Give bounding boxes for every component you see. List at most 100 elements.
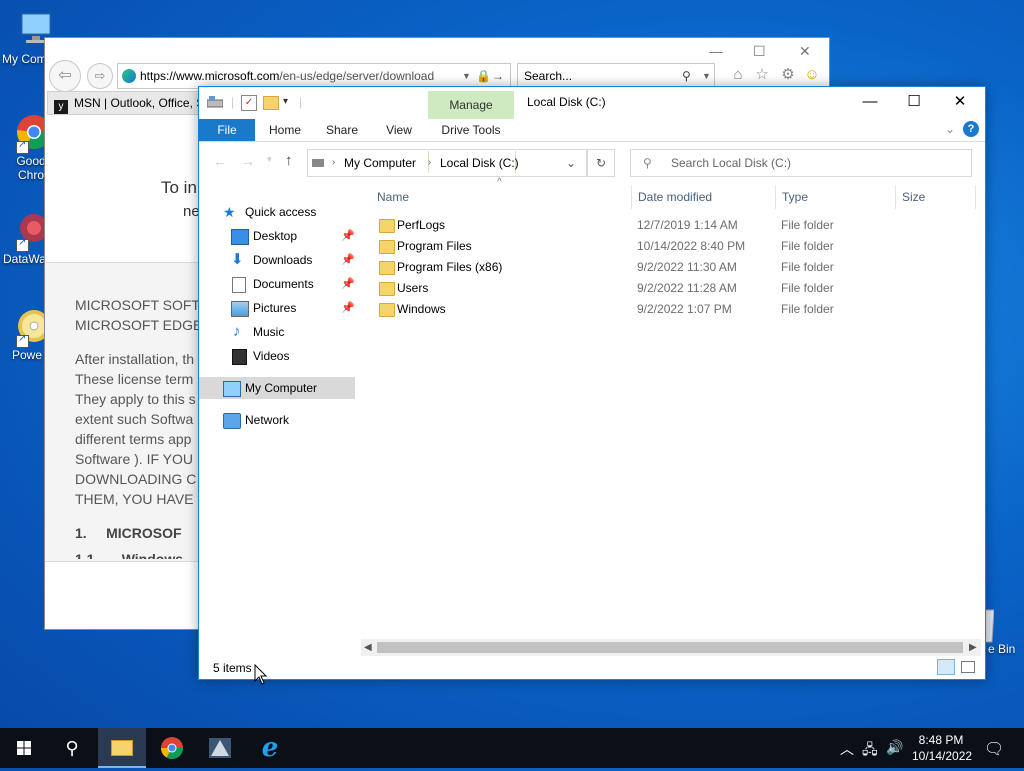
ie-tab-msn[interactable]: y MSN | Outlook, Office, S: [47, 91, 205, 115]
download-arrow-icon: ⬇: [231, 251, 244, 268]
column-header-date[interactable]: Date modified: [638, 187, 712, 207]
breadcrumb-my-computer[interactable]: My Computer: [344, 150, 416, 176]
chevron-right-icon[interactable]: ›: [428, 150, 431, 176]
minimize-icon[interactable]: —: [709, 43, 723, 59]
nav-videos[interactable]: Videos: [199, 345, 355, 367]
home-icon[interactable]: ⌂: [729, 66, 747, 84]
pin-icon[interactable]: 📌: [341, 249, 355, 271]
back-button[interactable]: ⇦: [49, 60, 81, 92]
close-button[interactable]: ✕: [937, 87, 983, 117]
new-folder-icon[interactable]: [263, 96, 279, 110]
tab-home[interactable]: Home: [261, 119, 309, 141]
nav-desktop[interactable]: Desktop 📌: [199, 225, 355, 247]
properties-icon[interactable]: ✓: [241, 95, 257, 111]
explorer-window[interactable]: | ✓ ▾ | Local Disk (C:) — ☐ ✕ Manage Fil…: [198, 86, 986, 680]
file-type: File folder: [781, 302, 834, 316]
file-row[interactable]: Program Files 10/14/2022 8:40 PM File fo…: [375, 236, 973, 257]
license-line: Software ). IF YOU: [75, 451, 193, 467]
column-separator[interactable]: [631, 185, 632, 209]
file-date: 9/2/2022 1:07 PM: [637, 302, 732, 316]
taskbar-internet-explorer[interactable]: e: [246, 728, 294, 768]
maximize-button[interactable]: ☐: [891, 87, 937, 117]
forward-arrow-icon[interactable]: →: [241, 153, 255, 169]
explorer-search-placeholder: Search Local Disk (C:): [671, 156, 792, 170]
column-separator[interactable]: [975, 185, 976, 209]
folder-icon: [379, 219, 395, 233]
lock-icon: 🔒: [476, 69, 491, 83]
column-separator[interactable]: [895, 185, 896, 209]
tab-file[interactable]: File: [199, 119, 255, 141]
file-row[interactable]: Program Files (x86) 9/2/2022 11:30 AM Fi…: [375, 257, 973, 278]
chevron-right-icon[interactable]: ›: [332, 150, 335, 176]
search-dropdown-icon[interactable]: ▼: [702, 64, 711, 88]
maximize-icon[interactable]: ☐: [753, 43, 766, 60]
scroll-left-icon[interactable]: ◀: [364, 639, 372, 656]
column-header-type[interactable]: Type: [782, 187, 808, 207]
license-line: DOWNLOADING C: [75, 471, 197, 487]
go-arrow-icon[interactable]: →: [492, 64, 504, 88]
nav-quick-access[interactable]: ★ Quick access: [199, 201, 355, 223]
file-row[interactable]: Users 9/2/2022 11:28 AM File folder: [375, 278, 973, 299]
nav-label: Downloads: [253, 253, 313, 267]
gear-icon[interactable]: ⚙: [779, 66, 797, 84]
minimize-button[interactable]: —: [847, 87, 893, 117]
scrollbar-thumb[interactable]: [377, 642, 963, 653]
system-clock[interactable]: 8:48 PM 10/14/2022: [912, 732, 972, 764]
search-button[interactable]: ⚲: [48, 728, 96, 768]
pin-icon[interactable]: 📌: [341, 273, 355, 295]
recent-locations-icon[interactable]: ▾: [267, 154, 272, 165]
column-header-name[interactable]: Name: [377, 187, 409, 207]
tab-drive-tools[interactable]: Drive Tools: [429, 119, 513, 141]
nav-documents[interactable]: Documents 📌: [199, 273, 355, 295]
horizontal-scrollbar[interactable]: ◀ ▶: [361, 639, 981, 656]
ie-search-input[interactable]: Search... ⚲ ▼: [517, 63, 715, 87]
file-row[interactable]: Windows 9/2/2022 1:07 PM File folder: [375, 299, 973, 320]
volume-icon[interactable]: 🔊: [886, 739, 903, 756]
expand-ribbon-icon[interactable]: ⌄: [945, 122, 955, 136]
pin-icon[interactable]: 📌: [341, 297, 355, 319]
scroll-right-icon[interactable]: ▶: [969, 639, 977, 656]
nav-music[interactable]: ♪ Music: [199, 321, 355, 343]
forward-button[interactable]: ⇨: [87, 63, 113, 89]
breadcrumb-local-disk[interactable]: Local Disk (C:): [440, 150, 519, 176]
nav-my-computer[interactable]: My Computer: [199, 377, 355, 399]
refresh-button[interactable]: ↻: [587, 149, 615, 177]
nav-pictures[interactable]: Pictures 📌: [199, 297, 355, 319]
pin-icon[interactable]: 📌: [341, 225, 355, 247]
notifications-icon[interactable]: 🗨: [984, 739, 1004, 759]
large-icons-view-icon[interactable]: [961, 661, 975, 673]
network-tray-icon[interactable]: 🖧: [862, 739, 878, 763]
desktop-icon: [231, 229, 249, 245]
smiley-icon[interactable]: ☺: [803, 66, 821, 84]
tab-view[interactable]: View: [375, 119, 423, 141]
file-row[interactable]: PerfLogs 12/7/2019 1:14 AM File folder: [375, 215, 973, 236]
file-name: Program Files (x86): [397, 260, 503, 274]
column-header-size[interactable]: Size: [902, 187, 925, 207]
music-note-icon: ♪: [233, 323, 241, 340]
explorer-search-input[interactable]: ⚲ Search Local Disk (C:): [630, 149, 972, 177]
taskbar-app[interactable]: [196, 728, 244, 768]
nav-network[interactable]: Network: [199, 409, 355, 431]
start-button[interactable]: [0, 728, 48, 768]
customize-dropdown-icon[interactable]: ▾: [283, 96, 288, 107]
manage-context-tab[interactable]: Manage: [428, 91, 514, 119]
taskbar-file-explorer[interactable]: [98, 728, 146, 768]
star-icon[interactable]: ☆: [753, 66, 771, 84]
status-bar: 5 items: [199, 657, 985, 679]
column-separator[interactable]: [775, 185, 776, 209]
close-icon[interactable]: ✕: [799, 43, 811, 60]
chevron-down-icon[interactable]: ⌄: [566, 150, 576, 176]
search-icon[interactable]: ⚲: [682, 64, 691, 88]
tab-share[interactable]: Share: [317, 119, 367, 141]
url-path: /en-us/edge/server/download: [279, 69, 435, 83]
dropdown-icon[interactable]: ▼: [462, 64, 471, 88]
back-arrow-icon[interactable]: ←: [213, 153, 227, 169]
details-view-icon[interactable]: [937, 659, 955, 675]
help-icon[interactable]: ?: [963, 121, 979, 137]
up-arrow-icon[interactable]: ↑: [285, 152, 293, 169]
chevron-up-icon[interactable]: ︿: [840, 739, 854, 759]
nav-downloads[interactable]: ⬇ Downloads 📌: [199, 249, 355, 271]
taskbar-chrome[interactable]: [148, 728, 196, 768]
breadcrumb[interactable]: › My Computer › Local Disk (C:) ⌄: [307, 149, 587, 177]
nav-label: My Computer: [245, 381, 318, 395]
